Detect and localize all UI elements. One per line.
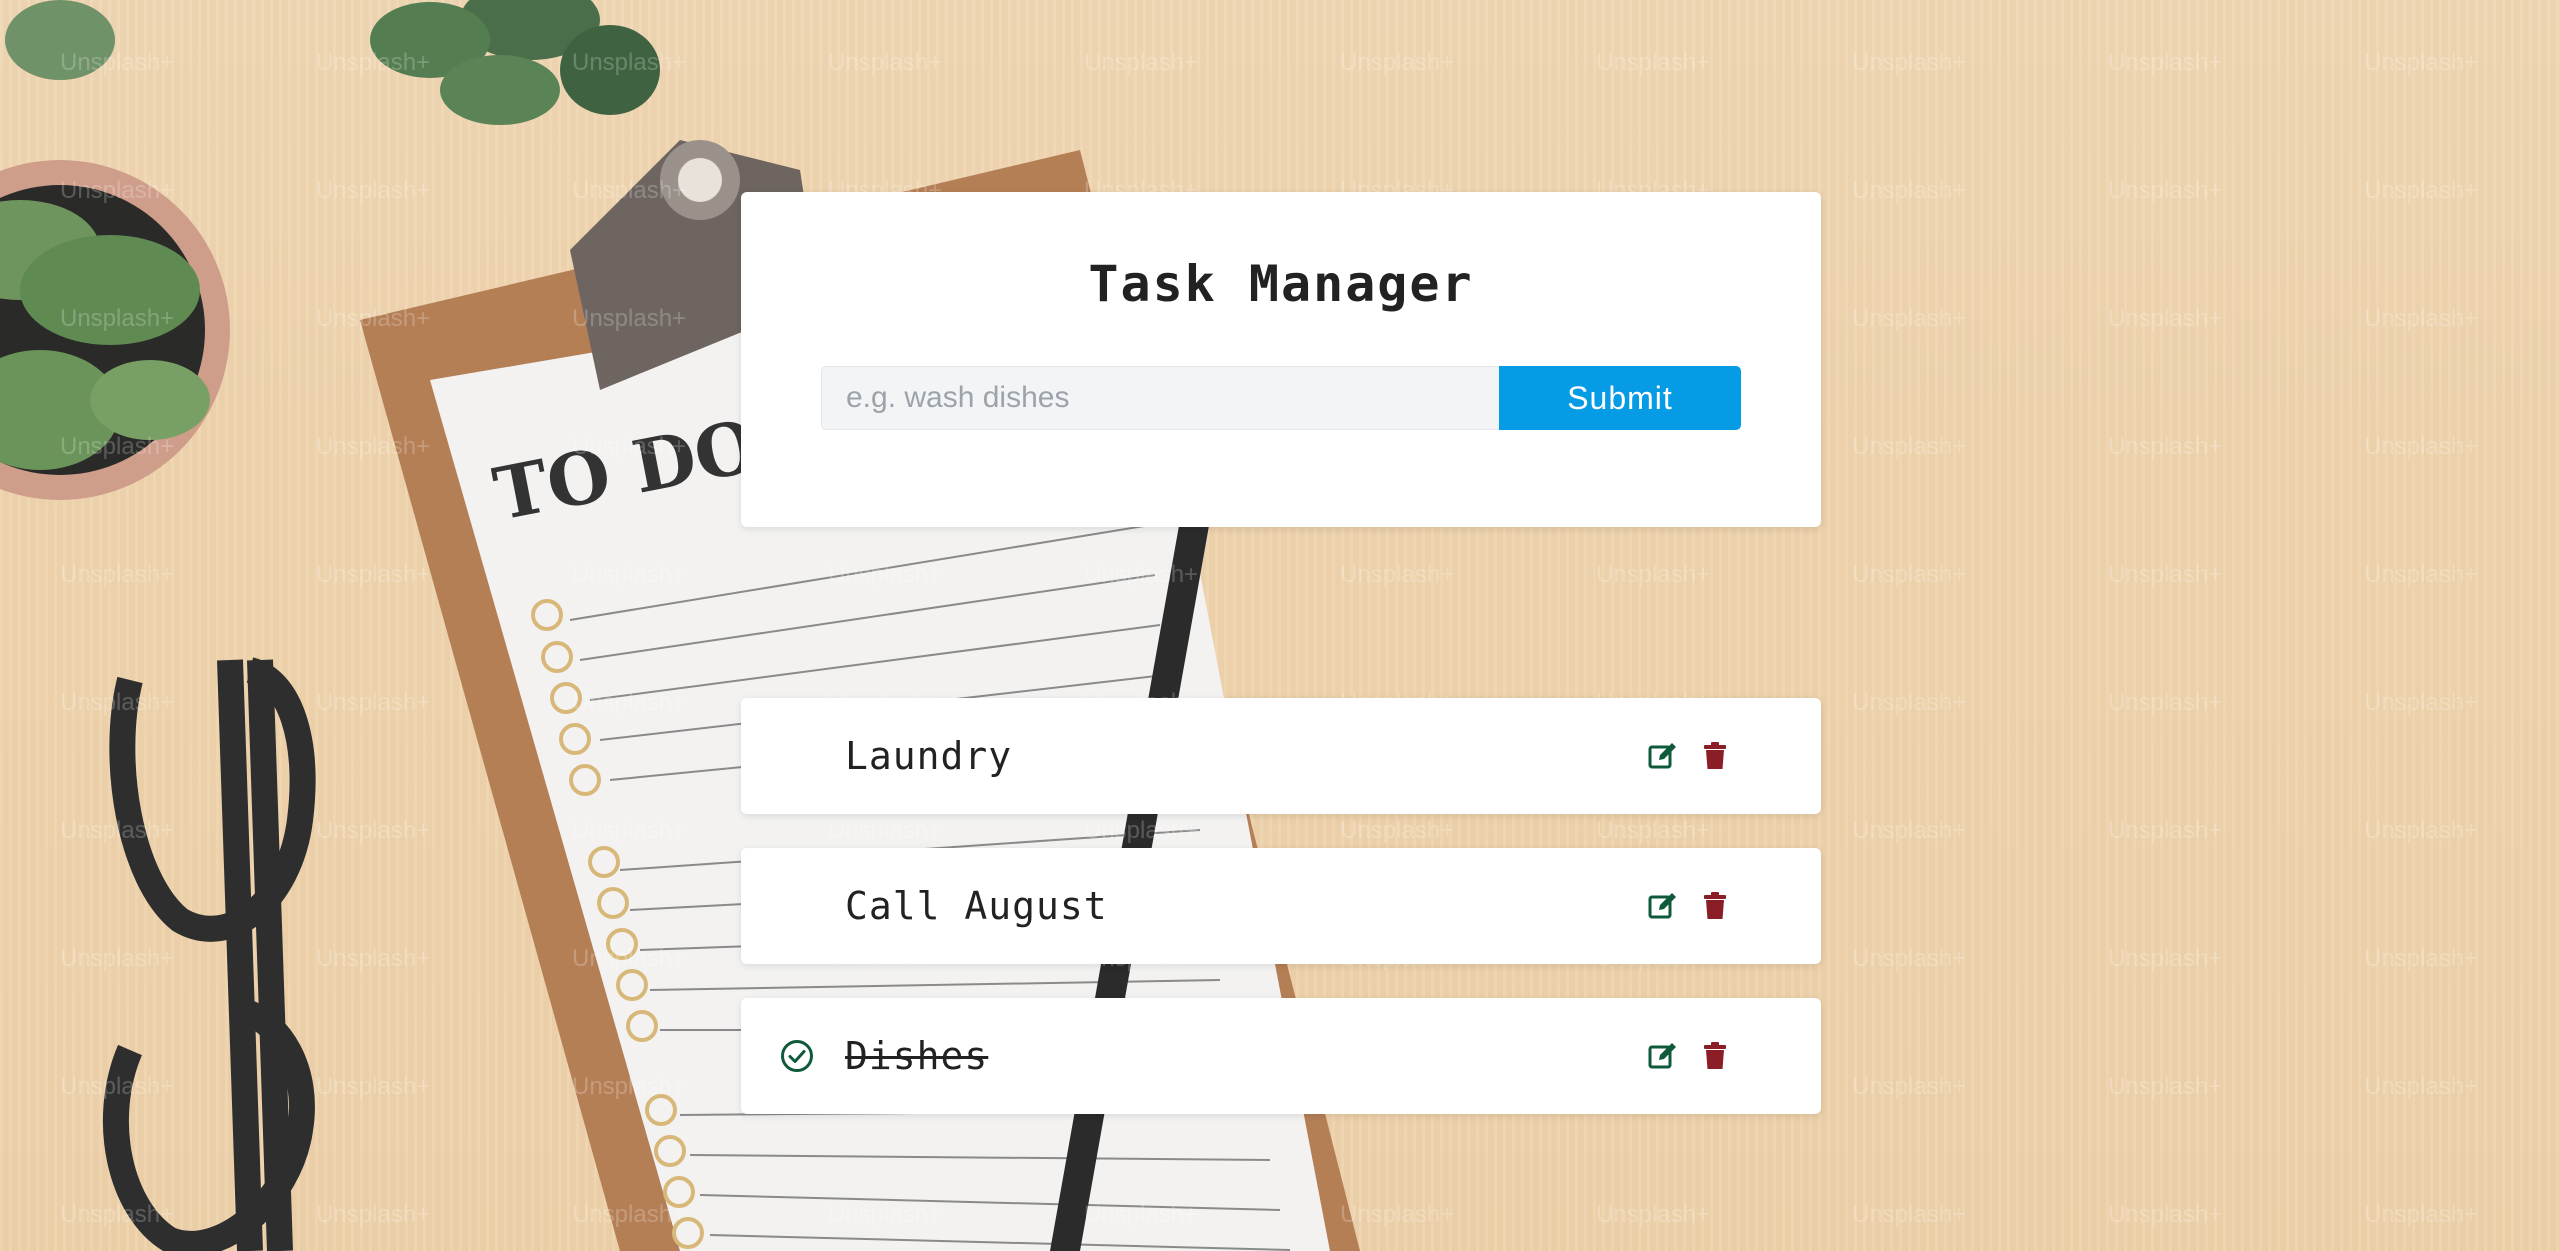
page-title: Task Manager (1088, 255, 1474, 313)
plant-pot (0, 160, 230, 500)
task-label[interactable]: Call August (845, 848, 1108, 964)
task-item: Laundry (741, 698, 1821, 814)
glasses (102, 657, 316, 1251)
task-input[interactable] (821, 366, 1500, 430)
trash-icon[interactable] (1699, 1040, 1731, 1072)
submit-button[interactable]: Submit (1499, 366, 1741, 430)
task-item: Call August (741, 848, 1821, 964)
plant-top (5, 0, 660, 125)
edit-icon[interactable] (1647, 1040, 1679, 1072)
task-item-completed: Dishes (741, 998, 1821, 1114)
edit-icon[interactable] (1647, 890, 1679, 922)
check-circle-icon[interactable] (779, 1038, 815, 1074)
edit-icon[interactable] (1647, 740, 1679, 772)
trash-icon[interactable] (1699, 890, 1731, 922)
task-label[interactable]: Laundry (845, 698, 1012, 814)
task-form-card: Task Manager Submit (741, 192, 1821, 527)
task-label[interactable]: Dishes (845, 998, 988, 1114)
trash-icon[interactable] (1699, 740, 1731, 772)
